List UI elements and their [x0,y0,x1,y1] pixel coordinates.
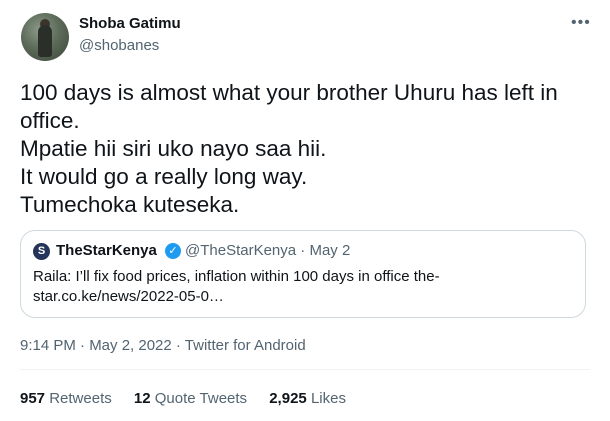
quoted-text-line: Raila: I’ll fix food prices, inflation w… [33,268,440,285]
retweets-label: Retweets [49,390,112,407]
tweet-line: 100 days is almost what your brother Uhu… [20,80,558,105]
avatar[interactable] [21,13,69,61]
quoted-text-line: star.co.ke/news/2022-05-0… [33,288,224,305]
tweet-text: 100 days is almost what your brother Uhu… [20,79,595,219]
divider [20,369,590,370]
author-name[interactable]: Shoba Gatimu [79,15,181,32]
tweet-line: It would go a really long way. [20,164,308,189]
author-handle[interactable]: @shobanes [79,37,159,54]
retweets-stat[interactable]: 957 Retweets [20,390,112,407]
quoted-avatar[interactable]: S [33,243,50,260]
likes-count: 2,925 [269,390,307,407]
quote-tweets-stat[interactable]: 12 Quote Tweets [134,390,247,407]
tweet-line: Tumechoka kuteseka. [20,192,240,217]
likes-label: Likes [310,390,346,407]
tweet-line: office. [20,108,80,133]
quoted-tweet-card[interactable]: S TheStarKenya ✓ @TheStarKenya · May 2 R… [20,230,586,318]
tweet-line: Mpatie hii siri uko nayo saa hii. [20,136,327,161]
quoted-handle-date[interactable]: @TheStarKenya · May 2 [185,242,350,259]
quoted-author-name[interactable]: TheStarKenya [56,242,157,259]
tweet-timestamp[interactable]: 9:14 PM · May 2, 2022 · Twitter for Andr… [20,337,306,354]
verified-badge-icon: ✓ [165,243,181,259]
tweet-stats: 957 Retweets 12 Quote Tweets 2,925 Likes [20,390,364,407]
likes-stat[interactable]: 2,925 Likes [269,390,346,407]
retweets-count: 957 [20,390,46,407]
quote-tweets-count: 12 [133,390,151,407]
quoted-text: Raila: I’ll fix food prices, inflation w… [33,267,573,307]
quote-tweets-label: Quote Tweets [154,390,248,407]
more-dots-icon[interactable]: ••• [571,14,591,32]
avatar-figure [38,25,52,57]
